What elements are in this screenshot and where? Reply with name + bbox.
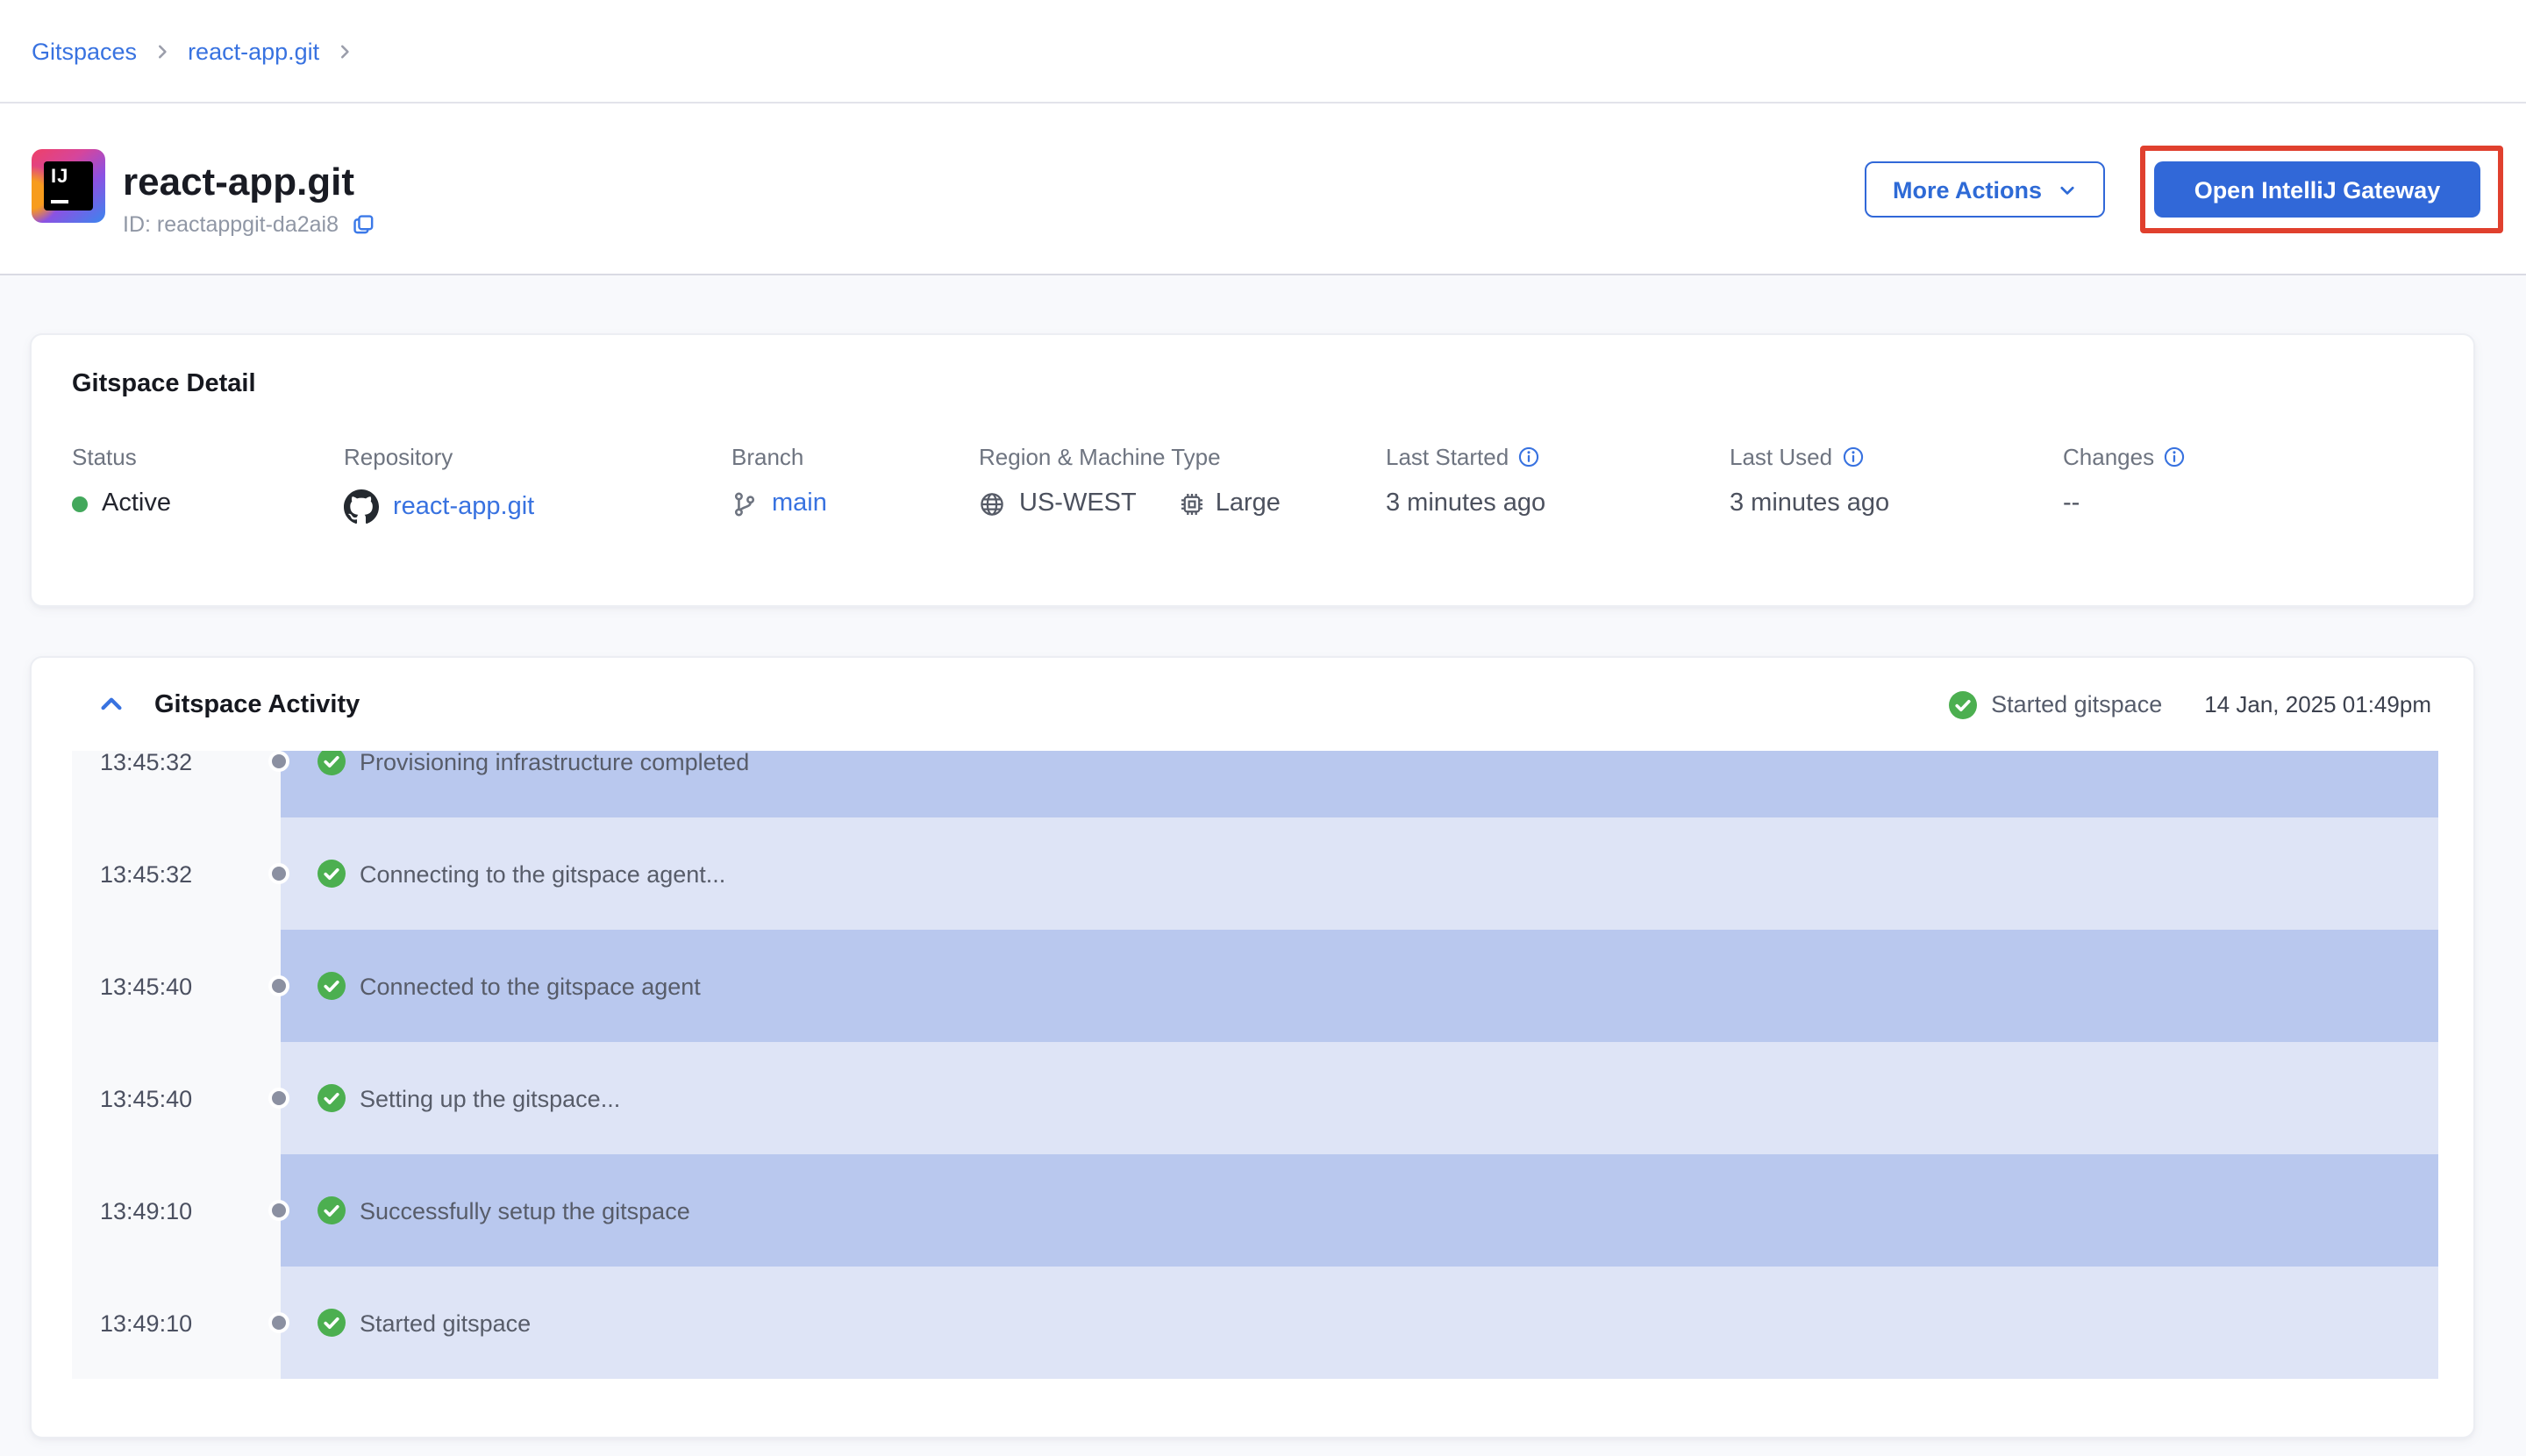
- activity-timestamp: 14 Jan, 2025 01:49pm: [2204, 691, 2431, 717]
- log-message: Started gitspace: [360, 1310, 531, 1336]
- status-value: Active: [102, 489, 171, 517]
- gitspace-activity-card: Gitspace Activity Started gitspace 14 Ja…: [30, 656, 2475, 1438]
- log-message: Provisioning infrastructure completed: [360, 751, 749, 774]
- info-icon[interactable]: [1841, 446, 1864, 468]
- git-branch-icon: [731, 490, 758, 517]
- activity-log[interactable]: 13:45:32 Provisioning infrastructure com…: [72, 751, 2438, 1379]
- log-message: Setting up the gitspace...: [360, 1085, 620, 1111]
- last-used-label: Last Used: [1730, 444, 1832, 470]
- breadcrumb-link-gitspace-name[interactable]: react-app.git: [188, 38, 319, 64]
- last-used-value: 3 minutes ago: [1730, 489, 2063, 517]
- log-row: 13:45:32 Connecting to the gitspace agen…: [72, 817, 2438, 930]
- changes-label: Changes: [2063, 444, 2154, 470]
- branch-label: Branch: [731, 444, 979, 470]
- check-circle-icon: [318, 1309, 346, 1337]
- page-header: IJ react-app.git ID: reactappgit-da2ai8 …: [0, 103, 2526, 275]
- intellij-logo-icon: IJ: [32, 149, 105, 223]
- activity-header: Gitspace Activity Started gitspace 14 Ja…: [32, 658, 2473, 751]
- branch-link[interactable]: main: [772, 489, 827, 517]
- log-time: 13:45:40: [72, 1042, 281, 1154]
- activity-status-label: Started gitspace: [1991, 691, 2162, 717]
- check-circle-icon: [318, 751, 346, 775]
- timeline-dot: [268, 1088, 289, 1109]
- status-label: Status: [72, 444, 344, 470]
- github-icon: [344, 489, 379, 525]
- info-icon[interactable]: [2163, 446, 2186, 468]
- log-row: 13:45:32 Provisioning infrastructure com…: [72, 751, 2438, 817]
- region-value: US-WEST: [1019, 489, 1137, 517]
- content-area: Gitspace Detail Status Active Repository: [0, 275, 2526, 1454]
- gitspace-detail-card: Gitspace Detail Status Active Repository: [30, 333, 2475, 607]
- activity-status-badge: Started gitspace 14 Jan, 2025 01:49pm: [1949, 690, 2431, 718]
- copy-icon[interactable]: [351, 212, 375, 237]
- log-time: 13:49:10: [72, 1267, 281, 1379]
- last-started-label: Last Started: [1386, 444, 1509, 470]
- region-machine-label: Region & Machine Type: [979, 444, 1386, 470]
- chevron-right-icon: [153, 41, 172, 61]
- check-circle-icon: [318, 972, 346, 1000]
- log-time: 13:45:40: [72, 930, 281, 1042]
- log-row: 13:49:10 Started gitspace: [72, 1267, 2438, 1379]
- changes-value: --: [2063, 489, 2186, 517]
- check-circle-icon: [318, 860, 346, 888]
- detail-card-title: Gitspace Detail: [72, 370, 256, 398]
- check-circle-icon: [1949, 690, 1977, 718]
- globe-icon: [979, 490, 1005, 517]
- chevron-right-icon: [335, 41, 354, 61]
- repository-link[interactable]: react-app.git: [393, 493, 534, 521]
- breadcrumb: Gitspaces react-app.git: [32, 38, 354, 64]
- more-actions-button[interactable]: More Actions: [1865, 161, 2105, 218]
- log-row: 13:49:10 Successfully setup the gitspace: [72, 1154, 2438, 1267]
- breadcrumb-bar: Gitspaces react-app.git: [0, 0, 2526, 103]
- timeline-dot: [268, 751, 289, 772]
- open-intellij-gateway-button[interactable]: Open IntelliJ Gateway: [2154, 161, 2480, 218]
- info-icon[interactable]: [1517, 446, 1540, 468]
- log-row: 13:45:40 Setting up the gitspace...: [72, 1042, 2438, 1154]
- breadcrumb-link-gitspaces[interactable]: Gitspaces: [32, 38, 137, 64]
- log-time: 13:49:10: [72, 1154, 281, 1267]
- timeline-dot: [268, 863, 289, 884]
- repository-column: Repository react-app.git: [344, 444, 731, 525]
- machine-type-icon: [1179, 490, 1205, 517]
- timeline-dot: [268, 975, 289, 996]
- log-message: Successfully setup the gitspace: [360, 1197, 690, 1224]
- detail-grid: Status Active Repository react-app.git: [72, 444, 2186, 525]
- timeline-dot: [268, 1312, 289, 1333]
- log-time: 13:45:32: [72, 751, 281, 817]
- check-circle-icon: [318, 1196, 346, 1224]
- log-message: Connecting to the gitspace agent...: [360, 860, 725, 887]
- status-column: Status Active: [72, 444, 344, 525]
- timeline-dot: [268, 1200, 289, 1221]
- log-time: 13:45:32: [72, 817, 281, 930]
- last-started-value: 3 minutes ago: [1386, 489, 1730, 517]
- gitspace-id-text: ID: reactappgit-da2ai8: [123, 212, 339, 237]
- region-machine-column: Region & Machine Type US-WEST: [979, 444, 1386, 525]
- machine-type-value: Large: [1216, 489, 1281, 517]
- chevron-up-icon[interactable]: [98, 691, 125, 717]
- branch-column: Branch main: [731, 444, 979, 525]
- repository-label: Repository: [344, 444, 731, 470]
- page-title: react-app.git: [123, 160, 375, 203]
- check-circle-icon: [318, 1084, 346, 1112]
- chevron-down-icon: [2058, 180, 2077, 199]
- log-message: Connected to the gitspace agent: [360, 973, 701, 999]
- status-active-dot: [72, 496, 88, 511]
- last-used-column: Last Used 3 minutes ago: [1730, 444, 2063, 525]
- log-row: 13:45:40 Connected to the gitspace agent: [72, 930, 2438, 1042]
- last-started-column: Last Started 3 minutes ago: [1386, 444, 1730, 525]
- title-block: react-app.git ID: reactappgit-da2ai8: [123, 160, 375, 237]
- changes-column: Changes --: [2063, 444, 2186, 525]
- gitspace-detail-page: Gitspaces react-app.git IJ react-app.git…: [0, 0, 2526, 1456]
- activity-title: Gitspace Activity: [154, 690, 360, 718]
